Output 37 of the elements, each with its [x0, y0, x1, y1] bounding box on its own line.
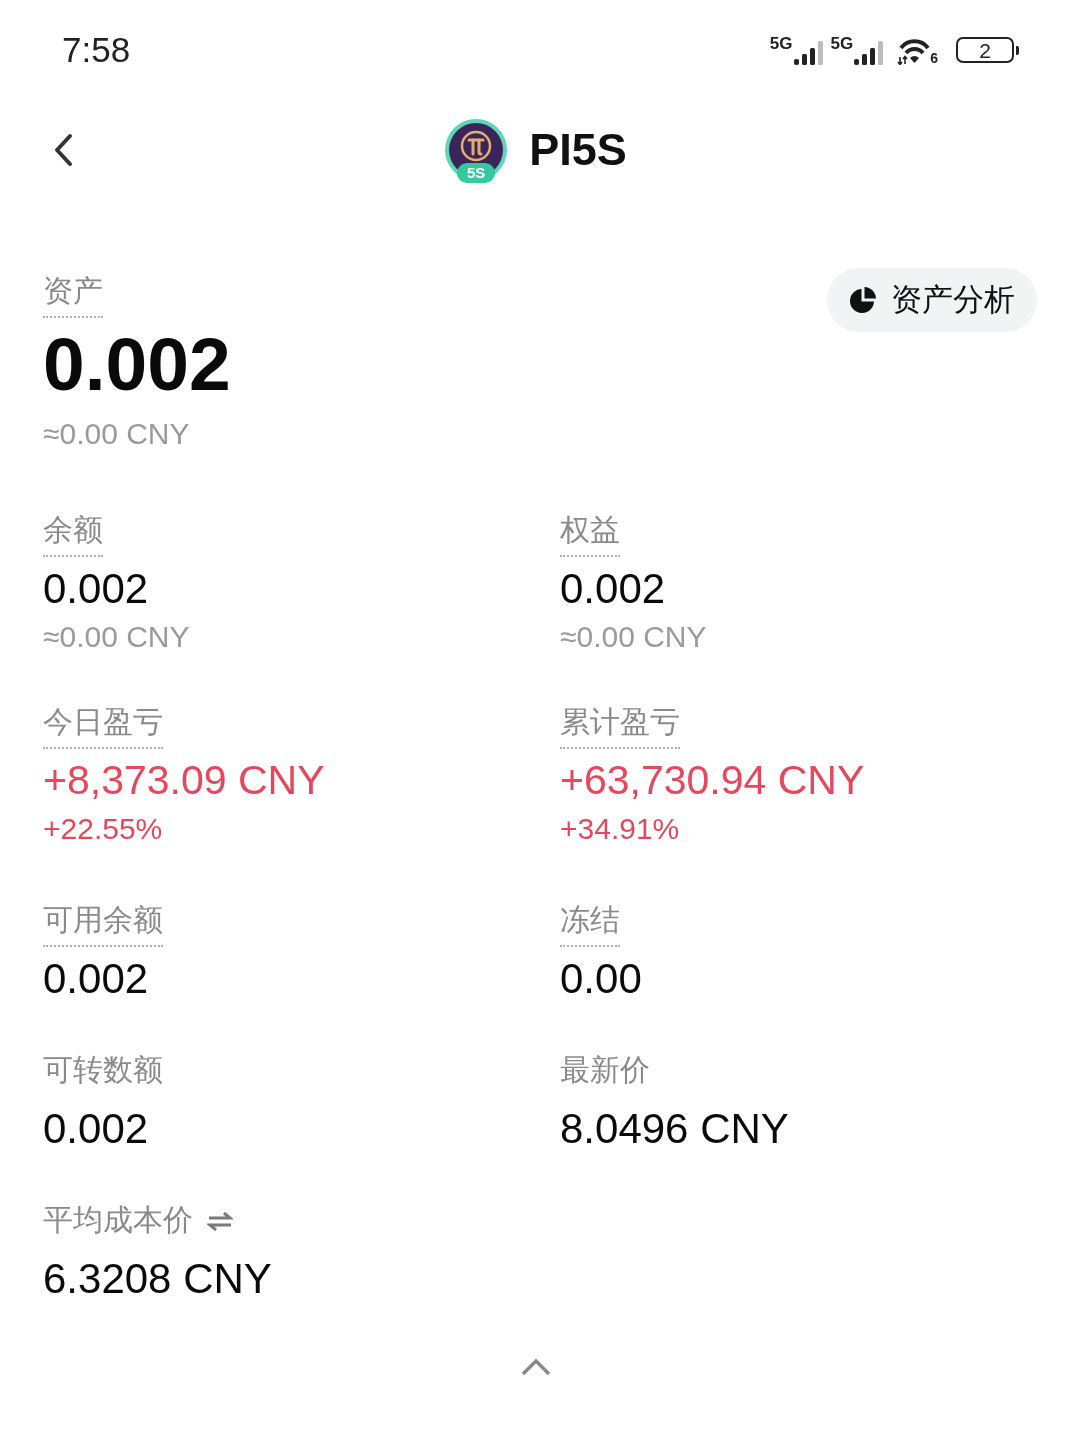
- stat-label[interactable]: 权益: [560, 511, 620, 557]
- stat-label[interactable]: 余额: [43, 511, 103, 557]
- asset-analysis-button[interactable]: 资产分析: [827, 268, 1037, 332]
- signal-bars-icon: [792, 41, 825, 65]
- asset-label[interactable]: 资产: [43, 272, 103, 318]
- stat-label: 最新价: [560, 1052, 650, 1088]
- profit-value: +63,730.94 CNY: [560, 756, 865, 805]
- stat-value: 0.002: [560, 564, 666, 614]
- percent-change: +22.55%: [43, 811, 163, 847]
- page-title: PI5S: [529, 124, 627, 176]
- signal-bars-icon: [853, 41, 886, 65]
- profit-value: +8,373.09 CNY: [43, 756, 325, 805]
- stat-value: 8.0496 CNY: [560, 1104, 789, 1154]
- stat-label[interactable]: 冻结: [560, 901, 620, 947]
- wifi-standard-label: 6: [930, 51, 938, 65]
- stat-label: 可转数额: [43, 1052, 163, 1088]
- network-type-label: 5G: [830, 35, 854, 53]
- stat-value: 6.3208 CNY: [43, 1254, 272, 1304]
- status-time: 7:58: [62, 30, 131, 70]
- pie-chart-icon: [849, 286, 877, 314]
- chevron-up-icon: [519, 1357, 552, 1377]
- network-type-label: 5G: [769, 35, 793, 53]
- stat-label[interactable]: 今日盈亏: [43, 703, 163, 749]
- stat-value: 0.00: [560, 954, 642, 1004]
- asset-value: 0.002: [43, 322, 231, 406]
- stat-value: 0.002: [43, 954, 149, 1004]
- stat-value: 0.002: [43, 564, 149, 614]
- stat-label[interactable]: 可用余额: [43, 901, 163, 947]
- stat-label[interactable]: 累计盈亏: [560, 703, 680, 749]
- wifi-icon: [897, 37, 931, 65]
- approx-value: ≈0.00 CNY: [560, 619, 707, 655]
- percent-change: +34.91%: [560, 811, 680, 847]
- approx-value: ≈0.00 CNY: [43, 416, 190, 452]
- stat-label: 平均成本价: [43, 1202, 193, 1238]
- approx-value: ≈0.00 CNY: [43, 619, 190, 655]
- logo-badge: 5S: [457, 163, 496, 183]
- stat-value: 0.002: [43, 1104, 149, 1154]
